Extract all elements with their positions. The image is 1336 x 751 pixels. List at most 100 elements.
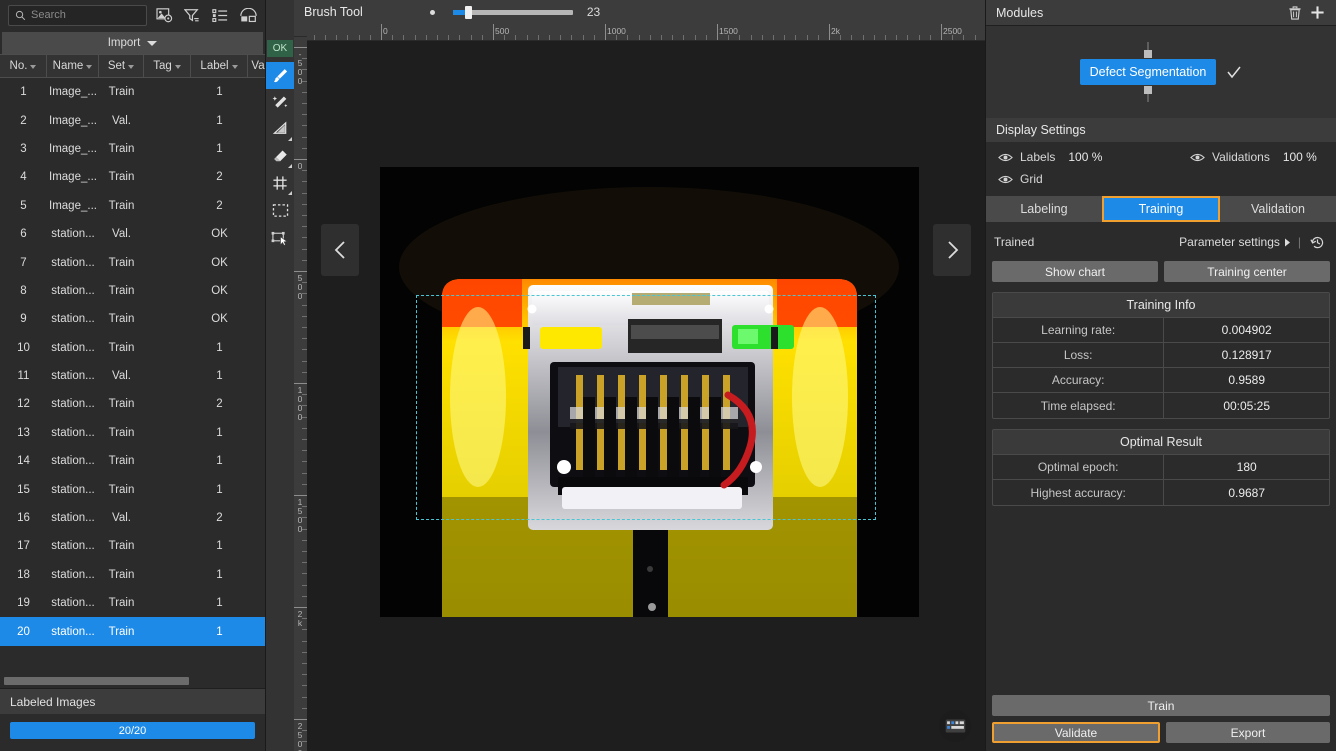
- sample-image[interactable]: [380, 167, 919, 617]
- optimal-result-key: Highest accuracy:: [993, 480, 1165, 505]
- sort-caret-icon[interactable]: [128, 65, 135, 69]
- cell-set: Train: [108, 398, 135, 411]
- chevron-left-icon: [334, 241, 345, 259]
- table-row[interactable]: 5 Image_... Train 2: [0, 192, 265, 220]
- cell-no: 5: [20, 199, 27, 212]
- sort-caret-icon[interactable]: [30, 65, 37, 69]
- column-header-name[interactable]: Name: [47, 55, 99, 77]
- column-header-set[interactable]: Set: [99, 55, 144, 77]
- tab-validation[interactable]: Validation: [1220, 196, 1336, 222]
- eye-icon: [1190, 153, 1205, 161]
- add-module-button[interactable]: [1306, 2, 1328, 24]
- scrollbar-thumb[interactable]: [4, 677, 190, 685]
- brush-size-slider[interactable]: [452, 5, 573, 19]
- training-action-buttons: Show chart Training center: [986, 253, 1336, 282]
- delete-module-button[interactable]: [1284, 2, 1306, 24]
- module-node-label: Defect Segmentation: [1089, 65, 1207, 79]
- training-info-row: Learning rate: 0.004902: [993, 318, 1329, 343]
- import-button[interactable]: Import: [2, 32, 263, 54]
- modules-title: Modules: [996, 5, 1044, 20]
- tool-marquee-select[interactable]: [266, 197, 294, 224]
- column-header-label: Set: [107, 60, 126, 72]
- tool-move-transform[interactable]: [266, 224, 294, 251]
- parameter-settings-label: Parameter settings: [1179, 235, 1280, 249]
- ruler-minor-tick: [974, 35, 976, 40]
- roi-rectangle[interactable]: [416, 295, 876, 520]
- table-row[interactable]: 10 station... Train 1: [0, 334, 265, 362]
- tab-labeling[interactable]: Labeling: [986, 196, 1102, 222]
- display-settings-header: Display Settings: [986, 118, 1336, 142]
- image-settings-icon[interactable]: [153, 4, 175, 26]
- sort-caret-icon[interactable]: [231, 65, 238, 69]
- previous-image-button[interactable]: [321, 224, 359, 276]
- horizontal-scrollbar[interactable]: [0, 674, 265, 688]
- column-header-no[interactable]: No.: [0, 55, 47, 77]
- table-row[interactable]: 2 Image_... Val. 1: [0, 106, 265, 134]
- sort-caret-icon[interactable]: [174, 65, 181, 69]
- show-chart-button[interactable]: Show chart: [992, 261, 1158, 282]
- scrollbar-track[interactable]: [4, 677, 261, 685]
- table-row[interactable]: 11 station... Val. 1: [0, 362, 265, 390]
- tool-magic-wand[interactable]: [266, 89, 294, 116]
- sort-caret-icon[interactable]: [86, 65, 93, 69]
- train-button[interactable]: Train: [992, 695, 1330, 716]
- tab-training[interactable]: Training: [1102, 196, 1220, 222]
- table-row[interactable]: 13 station... Train 1: [0, 419, 265, 447]
- display-toggle-validations[interactable]: Validations 100 %: [1190, 150, 1317, 164]
- training-center-button[interactable]: Training center: [1164, 261, 1330, 282]
- keyboard-shortcuts-button[interactable]: [939, 710, 971, 742]
- table-row[interactable]: 8 station... Train OK: [0, 277, 265, 305]
- cell-label: 1: [216, 483, 223, 496]
- column-header-tag[interactable]: Tag: [144, 55, 191, 77]
- chevron-right-icon: [947, 241, 958, 259]
- cell-label: 1: [216, 86, 223, 99]
- ruler-minor-tick: [649, 35, 651, 40]
- cell-name: Image_...: [49, 199, 97, 212]
- cell-no: 19: [17, 597, 30, 610]
- image-canvas[interactable]: [307, 41, 985, 751]
- layout-icon[interactable]: [237, 4, 259, 26]
- table-row[interactable]: 6 station... Val. OK: [0, 220, 265, 248]
- tool-grid-transform[interactable]: [266, 170, 294, 197]
- tool-eraser[interactable]: [266, 143, 294, 170]
- ruler-minor-tick: [459, 35, 461, 40]
- brush-preview-dot: [429, 9, 435, 15]
- next-image-button[interactable]: [933, 224, 971, 276]
- display-toggle-grid[interactable]: Grid: [998, 172, 1043, 186]
- node-port-top[interactable]: [1144, 50, 1152, 58]
- table-row[interactable]: 19 station... Train 1: [0, 589, 265, 617]
- table-row[interactable]: 20 station... Train 1: [0, 617, 265, 646]
- node-port-bottom[interactable]: [1144, 86, 1152, 94]
- cell-label: 1: [216, 370, 223, 383]
- validate-button[interactable]: Validate: [992, 722, 1160, 743]
- table-row[interactable]: 18 station... Train 1: [0, 561, 265, 589]
- image-table-header: No. Name Set Tag Label Va: [0, 54, 278, 78]
- check-icon: [1227, 66, 1241, 79]
- table-row[interactable]: 9 station... Train OK: [0, 305, 265, 333]
- tool-brush[interactable]: [266, 62, 294, 89]
- search-input[interactable]: Search: [8, 4, 147, 26]
- display-toggle-labels[interactable]: Labels 100 %: [998, 150, 1148, 164]
- filter-icon[interactable]: [181, 4, 203, 26]
- table-row[interactable]: 7 station... Train OK: [0, 248, 265, 276]
- ruler-minor-tick: [515, 35, 517, 40]
- table-row[interactable]: 15 station... Train 1: [0, 475, 265, 503]
- table-row[interactable]: 3 Image_... Train 1: [0, 135, 265, 163]
- slider-knob[interactable]: [465, 5, 473, 19]
- table-row[interactable]: 14 station... Train 1: [0, 447, 265, 475]
- export-button[interactable]: Export: [1166, 722, 1330, 743]
- list-view-icon[interactable]: [209, 4, 231, 26]
- table-row[interactable]: 4 Image_... Train 2: [0, 163, 265, 191]
- table-row[interactable]: 16 station... Val. 2: [0, 504, 265, 532]
- ruler-minor-tick: [907, 35, 909, 40]
- modules-graph-canvas[interactable]: Defect Segmentation: [986, 26, 1336, 118]
- table-row[interactable]: 12 station... Train 2: [0, 390, 265, 418]
- plus-icon: [1310, 6, 1324, 19]
- table-row[interactable]: 17 station... Train 1: [0, 532, 265, 560]
- parameter-settings-link[interactable]: Parameter settings: [1179, 235, 1291, 249]
- tool-fill-shape[interactable]: [266, 116, 294, 143]
- module-node-defect-segmentation[interactable]: Defect Segmentation: [1079, 42, 1217, 102]
- table-row[interactable]: 1 Image_... Train 1: [0, 78, 265, 106]
- history-icon[interactable]: [1308, 231, 1326, 253]
- column-header-label[interactable]: Label: [191, 55, 248, 77]
